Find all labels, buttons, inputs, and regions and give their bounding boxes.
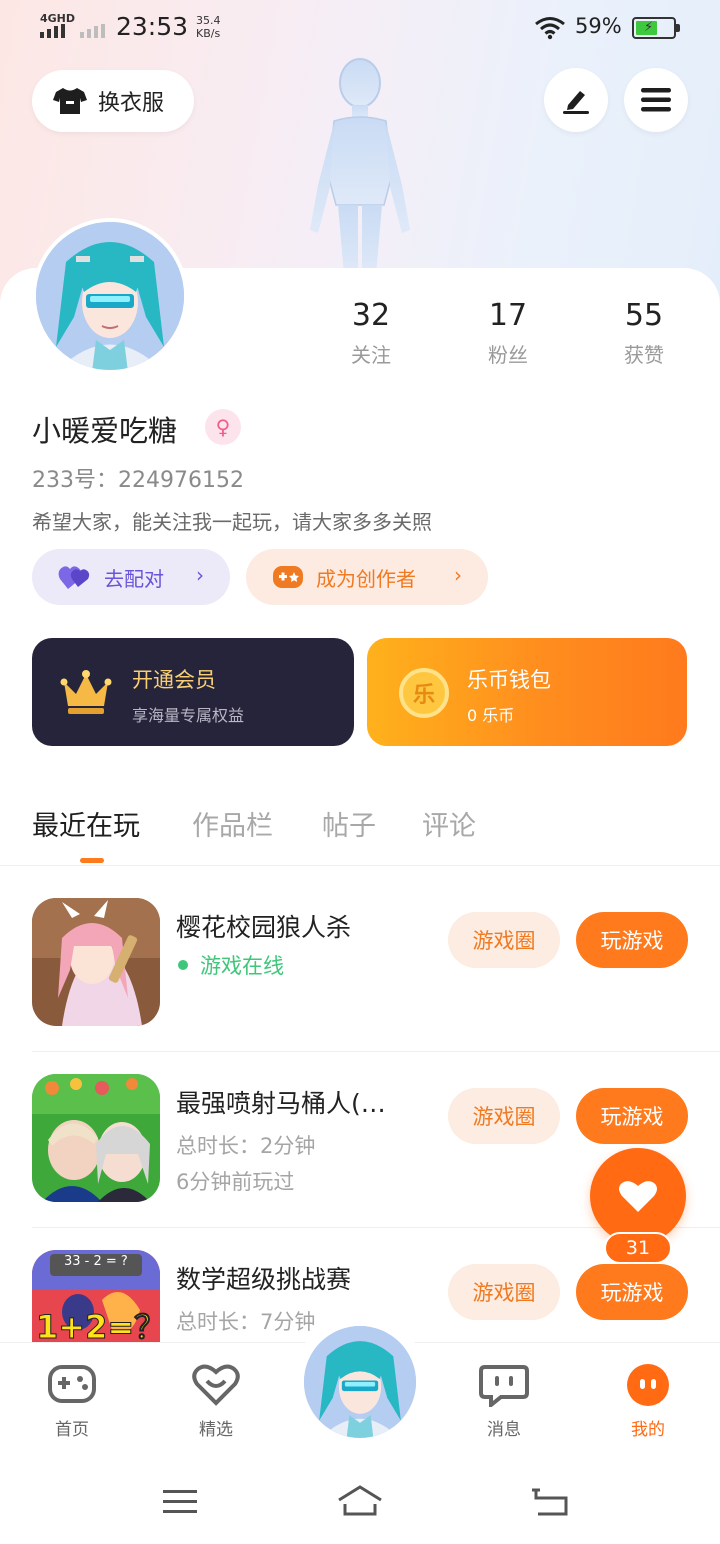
- game-title: 数学超级挑战赛: [176, 1265, 352, 1294]
- recent-apps-icon[interactable]: [162, 1488, 198, 1516]
- battery-percent: 59%: [575, 14, 622, 38]
- stat-followers[interactable]: 17 粉丝: [453, 298, 563, 368]
- match-label: 去配对: [104, 566, 164, 591]
- tab-comments[interactable]: 评论: [422, 804, 476, 843]
- chevron-right-icon: ›: [454, 563, 462, 587]
- menu-button[interactable]: [624, 68, 688, 132]
- nav-featured[interactable]: 精选: [171, 1363, 261, 1440]
- following-label: 关注: [351, 343, 391, 367]
- tab-posts[interactable]: 帖子: [322, 804, 376, 843]
- nav-me-label: 我的: [631, 1420, 665, 1440]
- wallet-card[interactable]: 乐 乐币钱包 0 乐币: [367, 638, 687, 746]
- creator-label: 成为创作者: [316, 566, 416, 591]
- game-circle-button[interactable]: 游戏圈: [448, 912, 560, 968]
- clock: 23:53: [116, 12, 189, 41]
- username: 小暖爱吃糖: [32, 414, 178, 448]
- active-tab-indicator: [80, 858, 104, 863]
- match-button[interactable]: 去配对 ›: [32, 549, 230, 605]
- online-status: 游戏在线: [176, 950, 284, 980]
- wallet-balance: 0 乐币: [467, 706, 515, 725]
- game-title: 樱花校园狼人杀: [176, 913, 352, 942]
- following-count: 32: [351, 298, 391, 333]
- become-creator-button[interactable]: 成为创作者 ›: [246, 549, 488, 605]
- game-thumbnail[interactable]: [32, 898, 160, 1026]
- game-title: 最强喷射马桶人(…: [176, 1089, 386, 1118]
- wallet-title: 乐币钱包: [467, 668, 551, 692]
- chat-icon: [479, 1365, 529, 1410]
- signal-icon: [40, 24, 65, 38]
- crown-icon: [60, 670, 112, 714]
- home-icon[interactable]: [336, 1484, 384, 1518]
- nav-home[interactable]: 首页: [27, 1363, 117, 1440]
- anime-avatar-image: [36, 222, 184, 370]
- back-icon[interactable]: [530, 1486, 570, 1518]
- game-row[interactable]: 樱花校园狼人杀 游戏在线 游戏圈 玩游戏: [32, 876, 720, 1052]
- edit-icon: [563, 91, 589, 114]
- menu-icon: [641, 88, 671, 112]
- heart-smile-icon: [192, 1364, 240, 1406]
- signal-2-icon: [80, 24, 105, 38]
- stat-following[interactable]: 32 关注: [316, 298, 426, 368]
- double-heart-icon: [58, 566, 90, 589]
- followers-label: 粉丝: [488, 343, 528, 367]
- online-status-label: 游戏在线: [200, 954, 284, 978]
- stat-likes[interactable]: 55 获赞: [589, 298, 699, 368]
- nav-me[interactable]: 我的: [603, 1363, 693, 1440]
- nav-featured-label: 精选: [199, 1420, 233, 1440]
- tab-works[interactable]: 作品栏: [192, 804, 273, 843]
- online-dot-icon: [178, 960, 188, 970]
- tab-recent-play[interactable]: 最近在玩: [32, 804, 140, 843]
- vip-title: 开通会员: [132, 668, 216, 692]
- coin-icon: 乐: [399, 668, 449, 718]
- change-outfit-label: 换衣服: [98, 91, 165, 116]
- me-icon: [627, 1364, 669, 1406]
- play-game-button[interactable]: 玩游戏: [576, 912, 688, 968]
- edit-profile-button[interactable]: [544, 68, 608, 132]
- speed-value: 35.4: [196, 14, 221, 27]
- female-gender-icon: ♀: [205, 409, 241, 445]
- thumb-big-equation: 1+2=？: [35, 1308, 160, 1343]
- vip-subtitle: 享海量专属权益: [132, 706, 245, 725]
- game-thumbnail[interactable]: [32, 1074, 160, 1202]
- avatar-figure-hologram: [310, 58, 410, 275]
- play-game-button[interactable]: 玩游戏: [576, 1088, 688, 1144]
- nav-messages[interactable]: 消息: [459, 1363, 549, 1440]
- user-id: 233号：224976152: [32, 468, 244, 493]
- chevron-right-icon: ›: [196, 563, 204, 587]
- last-played: 6分钟前玩过: [176, 1170, 295, 1194]
- like-button[interactable]: [590, 1148, 686, 1244]
- center-avatar-button[interactable]: [304, 1326, 416, 1438]
- likes-count: 55: [624, 298, 664, 333]
- system-navigation-bar: [0, 1460, 720, 1544]
- followers-count: 17: [488, 298, 528, 333]
- thumb-equation: 33 - 2 = ?: [64, 1254, 128, 1269]
- game-circle-button[interactable]: 游戏圈: [448, 1264, 560, 1320]
- nav-messages-label: 消息: [487, 1420, 521, 1440]
- gamepad-star-icon: [273, 566, 303, 588]
- status-bar: 4GHD 23:53 35.4 KB/s 59% ⚡: [0, 0, 720, 56]
- play-game-button[interactable]: 玩游戏: [576, 1264, 688, 1320]
- play-duration: 总时长：2分钟: [176, 1134, 316, 1158]
- vip-membership-card[interactable]: 开通会员 享海量专属权益: [32, 638, 354, 746]
- game-thumbnail[interactable]: 33 - 2 = ? 1+2=？: [32, 1250, 160, 1342]
- user-bio: 希望大家，能关注我一起玩，请大家多多关照: [32, 510, 432, 534]
- gamepad-icon: [48, 1365, 96, 1403]
- heart-icon: [619, 1181, 657, 1212]
- game-circle-button[interactable]: 游戏圈: [448, 1088, 560, 1144]
- wifi-icon: [535, 17, 565, 40]
- anime-avatar-image: [304, 1326, 416, 1438]
- tshirt-icon: [53, 88, 87, 114]
- like-count-badge: 31: [604, 1232, 672, 1264]
- play-duration: 总时长：7分钟: [176, 1310, 316, 1334]
- likes-label: 获赞: [624, 343, 664, 367]
- profile-tabs: 最近在玩 作品栏 帖子 评论: [0, 800, 720, 866]
- network-speed: 35.4 KB/s: [196, 14, 221, 40]
- nav-home-label: 首页: [55, 1420, 89, 1440]
- battery-icon: ⚡: [632, 17, 680, 39]
- speed-unit: KB/s: [196, 27, 221, 40]
- change-outfit-button[interactable]: 换衣服: [32, 70, 194, 132]
- profile-avatar[interactable]: [32, 218, 188, 374]
